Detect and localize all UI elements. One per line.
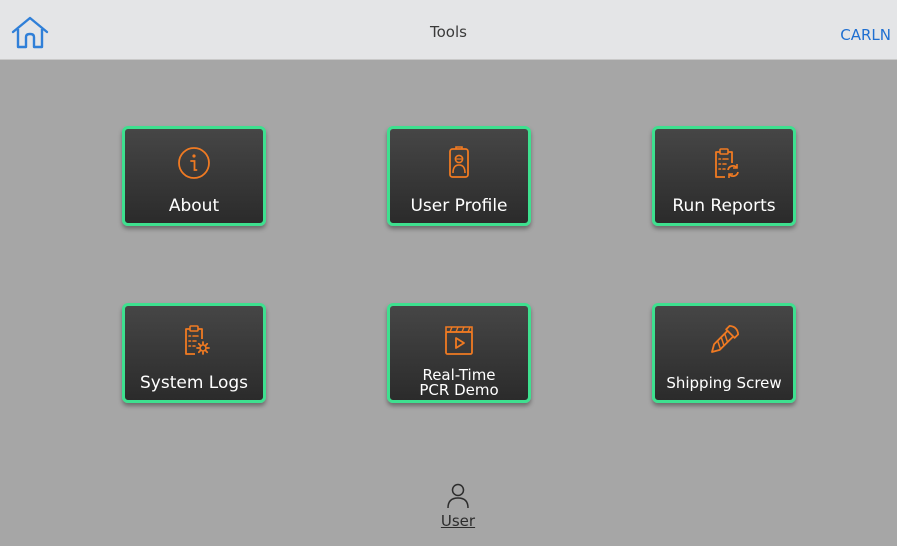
- screw-icon: [711, 324, 740, 353]
- real-time-pcr-demo-label-line2: PCR Demo: [419, 381, 499, 399]
- user-icon: [447, 483, 469, 509]
- clipboard-gear-icon: [185, 325, 210, 355]
- system-logs-button[interactable]: System Logs: [122, 303, 266, 403]
- user-button[interactable]: User: [428, 482, 488, 530]
- run-reports-button[interactable]: Run Reports: [652, 126, 796, 226]
- about-label: About: [168, 196, 220, 216]
- page-title: Tools: [430, 23, 467, 41]
- about-button[interactable]: About: [122, 126, 266, 226]
- user-label: User: [440, 512, 476, 530]
- current-user-link[interactable]: CARLN: [840, 26, 891, 44]
- user-profile-label: User Profile: [410, 196, 508, 216]
- video-play-icon: [445, 326, 473, 355]
- info-icon: [178, 147, 210, 179]
- user-profile-button[interactable]: User Profile: [387, 126, 531, 226]
- header-bar: Tools CARLN: [0, 0, 897, 60]
- clipboard-refresh-icon: [715, 148, 739, 178]
- real-time-pcr-demo-button[interactable]: Real-Time PCR Demo: [387, 303, 531, 403]
- run-reports-label: Run Reports: [672, 196, 776, 216]
- system-logs-label: System Logs: [139, 373, 249, 393]
- shipping-screw-label: Shipping Screw: [666, 374, 782, 392]
- id-badge-icon: [449, 146, 469, 178]
- real-time-pcr-demo-label: Real-Time PCR Demo: [390, 368, 528, 398]
- shipping-screw-button[interactable]: Shipping Screw: [652, 303, 796, 403]
